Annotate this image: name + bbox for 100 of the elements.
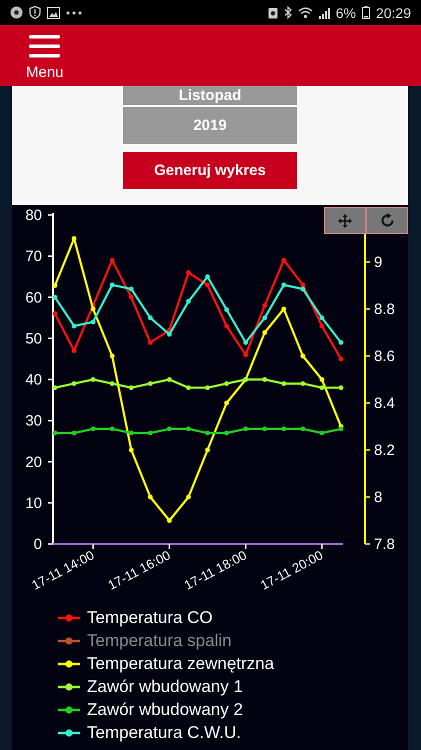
point (262, 315, 268, 320)
point (90, 306, 96, 312)
axis-label: 60 (25, 289, 42, 306)
generate-chart-button[interactable]: Generuj wykres (123, 152, 297, 189)
point (148, 494, 153, 500)
axis-label: 80 (25, 207, 42, 224)
point (262, 303, 268, 308)
point (300, 286, 306, 292)
point (128, 430, 134, 436)
point (148, 340, 153, 345)
point (262, 330, 268, 335)
point (243, 426, 248, 432)
battery-icon (362, 6, 370, 19)
point (224, 381, 229, 386)
axis-label: 8.4 (374, 395, 395, 412)
legend-item[interactable]: Zawór wbudowany 2 (58, 698, 243, 721)
point (262, 426, 268, 432)
point (110, 381, 115, 386)
point (52, 294, 58, 300)
point (186, 298, 191, 304)
refresh-icon (380, 213, 394, 228)
legend-item[interactable]: Temperatura C.W.U. (58, 721, 241, 744)
point (320, 324, 324, 328)
browser-icon (10, 6, 23, 19)
data-saver-icon (268, 6, 278, 18)
point (110, 282, 115, 288)
battery-percentage: 6% (336, 4, 356, 20)
point (300, 381, 306, 386)
axis-label: 70 (25, 248, 42, 266)
point (148, 315, 153, 320)
point (90, 377, 96, 382)
axis-label: 8.2 (374, 442, 395, 459)
point (281, 258, 286, 263)
point (128, 385, 134, 390)
point (205, 385, 210, 390)
axis-label: 10 (25, 494, 42, 512)
point (338, 356, 344, 362)
clock: 20:29 (376, 4, 411, 20)
point (281, 381, 286, 386)
point (186, 426, 191, 432)
point (300, 282, 306, 288)
wifi-icon (298, 6, 313, 18)
point (90, 320, 96, 324)
point (281, 306, 286, 312)
point (72, 381, 76, 386)
point (72, 430, 76, 436)
point (128, 294, 134, 300)
axis-label: 17-11 16:00 (105, 547, 173, 590)
legend-item[interactable]: Zawór wbudowany 1 (58, 675, 243, 698)
bluetooth-icon (284, 6, 292, 19)
axis-label: 7.8 (374, 536, 395, 553)
point (224, 430, 229, 436)
legend-item[interactable]: Temperatura spalin (58, 629, 232, 652)
menu-button[interactable]: Menu (26, 34, 64, 80)
point (338, 385, 344, 390)
image-icon (47, 6, 60, 18)
axis-label: 30 (25, 412, 42, 430)
point (224, 307, 229, 312)
legend-item[interactable]: Temperatura zewnętrzna (58, 652, 274, 675)
axis-label: 8 (374, 489, 382, 506)
point (243, 352, 248, 358)
point (243, 340, 248, 345)
point (186, 270, 191, 275)
pan-button[interactable] (324, 207, 366, 234)
reset-button[interactable] (366, 207, 408, 234)
point (148, 381, 153, 386)
point (320, 377, 324, 382)
point (338, 426, 344, 432)
axis-label: 17-11 18:00 (182, 547, 250, 590)
point (52, 385, 58, 390)
point (148, 430, 153, 436)
point (128, 286, 134, 292)
menu-icon (29, 34, 60, 58)
point (224, 324, 229, 328)
point (205, 282, 210, 288)
point (338, 340, 344, 345)
axis-label: 40 (25, 372, 42, 388)
point (186, 494, 191, 500)
point (52, 430, 58, 436)
point (205, 274, 210, 280)
point (205, 430, 210, 436)
more-icon (66, 10, 82, 14)
legend-item[interactable]: Temperatura CO (58, 606, 213, 629)
point (262, 377, 268, 382)
point (205, 448, 210, 452)
point (72, 236, 76, 241)
signal-icon (318, 6, 330, 18)
axis-label: 9 (374, 254, 382, 271)
point (128, 448, 134, 452)
point (186, 385, 191, 390)
axis-label: 8.6 (374, 348, 395, 365)
axis-label: 17-11 20:00 (258, 547, 326, 590)
shield-icon (29, 6, 41, 19)
point (320, 385, 324, 390)
point (52, 283, 58, 288)
point (72, 324, 76, 328)
axis-label: 50 (25, 330, 42, 348)
point (281, 426, 286, 432)
axis-label: 20 (25, 454, 42, 471)
point (300, 354, 306, 358)
